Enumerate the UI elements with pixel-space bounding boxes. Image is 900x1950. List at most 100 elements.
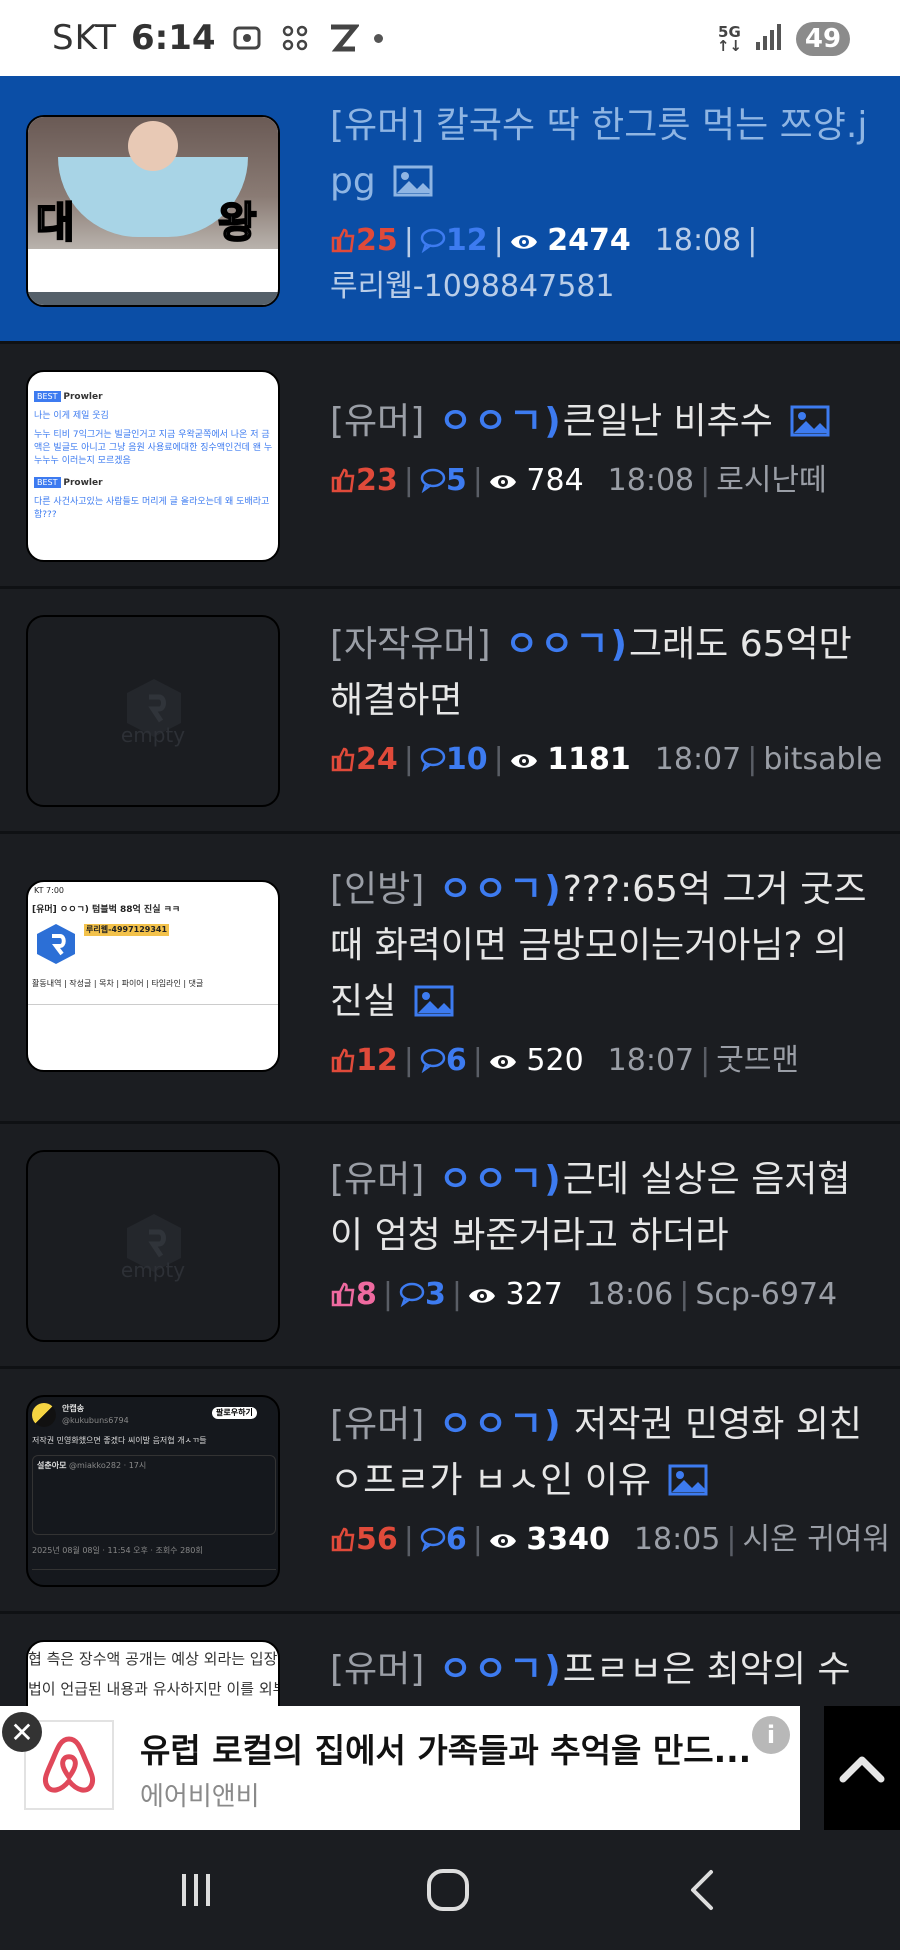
post-title[interactable]: [인방] ㅇㅇㄱ)???:65억 그거 굿즈때 화력이면 금방모이는거아님? 의… — [330, 862, 870, 1030]
recent-apps-icon — [182, 1874, 210, 1906]
avatar — [37, 924, 75, 964]
post-author[interactable]: 굿뜨맨 — [716, 1043, 799, 1078]
post-meta: 24 | 10 | 1181 18:07 | bitsable — [330, 737, 882, 783]
post-author[interactable]: bitsable — [763, 742, 882, 777]
image-icon — [393, 165, 433, 197]
image-icon — [414, 985, 454, 1017]
thumb-text: 저작권 민영화했으면 좋겠다 씨이발 음저협 개ㅅㄲ들 — [32, 1436, 207, 1445]
like-count: 56 — [356, 1522, 398, 1557]
view-count: 2474 — [547, 223, 631, 258]
post-meta: 23 | 5 | 784 18:08 | 로시난떼 — [330, 458, 870, 504]
thumb-badge: BEST — [34, 477, 61, 488]
post-meta: 25 | 12 | 2474 18:08 | 루리웹-1098847581 — [330, 223, 758, 304]
thumb-text: Prowler — [63, 478, 103, 488]
post-category: [유머] — [330, 1159, 425, 1200]
post-time: 18:08 — [654, 223, 742, 258]
eye-icon — [489, 475, 516, 489]
ad-banner[interactable]: 유럽 로컬의 집에서 가족들과 추억을 만드... 에어비앤비 i — [0, 1706, 800, 1830]
post-title[interactable]: [유머] ㅇㅇㄱ)근데 실상은 음저협이 엄청 봐준거라고 하더라 — [330, 1152, 870, 1264]
list-item[interactable]: KT 7:00 [유머] ㅇㅇㄱ) 텀블벅 88억 진실 ㅋㅋ 루리웹-4997… — [0, 834, 900, 1124]
like-count: 12 — [356, 1043, 398, 1078]
eye-icon — [510, 235, 537, 249]
post-author[interactable]: 로시난떼 — [716, 463, 826, 498]
post-category: [자작유머] — [330, 624, 491, 665]
network-label: 5G — [718, 23, 741, 41]
z-app-icon — [326, 21, 360, 55]
eye-icon — [510, 754, 537, 768]
post-title[interactable]: [자작유머] ㅇㅇㄱ)그래도 65억만 해결하면 — [330, 617, 870, 729]
post-tag: ㅇㅇㄱ) — [424, 401, 563, 442]
eye-icon — [468, 1289, 495, 1303]
list-item[interactable]: BEST Prowler 나는 이게 제일 웃김 누누 티비 7익그거는 빌글인… — [0, 344, 900, 589]
scroll-to-top-button[interactable] — [824, 1706, 900, 1830]
view-count: 327 — [505, 1277, 563, 1312]
thumb-text: KT 7:00 — [34, 886, 65, 895]
chevron-up-icon — [839, 1756, 885, 1783]
post-thumbnail[interactable]: KT 7:00 [유머] ㅇㅇㄱ) 텀블벅 88억 진실 ㅋㅋ 루리웹-4997… — [26, 880, 280, 1072]
post-author[interactable]: Scp-6974 — [695, 1277, 837, 1312]
back-button[interactable] — [672, 1860, 732, 1920]
thumb-text-large: 왕 — [217, 197, 258, 248]
thumb-text: 나는 이게 제일 웃김 — [34, 411, 109, 421]
recent-apps-button[interactable] — [166, 1860, 226, 1920]
carrier-label: SKT — [52, 18, 118, 58]
thumb-text: [유머] ㅇㅇㄱ) 텀블벅 88억 진실 ㅋㅋ — [32, 905, 181, 915]
comment-count: 5 — [445, 463, 467, 498]
thumb-text: 법이 언급된 내용과 유사하지만 이를 외부 — [28, 1680, 280, 1698]
post-time: 18:08 — [607, 463, 695, 498]
post-author[interactable]: 루리웹-1098847581 — [330, 269, 615, 304]
system-navigation-bar — [0, 1830, 900, 1950]
list-item[interactable]: 안캡송 @kukubuns6794 팔로우하기 저작권 민영화했으면 좋겠다 씨… — [0, 1369, 900, 1614]
home-button[interactable] — [418, 1860, 478, 1920]
post-title[interactable]: [유머] ㅇㅇㄱ)큰일난 비추수 — [330, 394, 870, 450]
post-title[interactable]: [유머] ㅇㅇㄱ) 저작권 민영화 외친 ㅇ프ㄹ가 ㅂㅅ인 이유 — [330, 1397, 870, 1509]
list-item[interactable]: 대 왕 [유머] 칼국수 딱 한그릇 먹는 쯔양.jpg 25 | 12 | 2474… — [0, 76, 900, 344]
comment-bubble-icon — [420, 228, 446, 253]
empty-label: empty — [120, 1258, 186, 1282]
signal-icon — [754, 22, 784, 56]
post-thumbnail[interactable]: BEST Prowler 나는 이게 제일 웃김 누누 티비 7익그거는 빌글인… — [26, 370, 280, 562]
comment-bubble-icon — [420, 1048, 446, 1073]
notification-dot-icon — [373, 33, 383, 43]
ad-close-button[interactable]: ✕ — [2, 1712, 42, 1752]
home-icon — [427, 1869, 469, 1911]
empty-label: empty — [120, 723, 186, 747]
post-time: 18:07 — [654, 742, 742, 777]
thumb-text-large: 대 — [35, 197, 76, 248]
post-title[interactable]: [유머] 칼국수 딱 한그릇 먹는 쯔양.jpg — [330, 98, 870, 210]
thumb-text: 누누 티비 7익그거는 빌글인거고 지금 우왁굳쪽에서 나온 저 금액은 빌글도… — [34, 430, 273, 466]
post-tag: ㅇㅇㄱ) — [424, 869, 563, 910]
comment-bubble-icon — [420, 1527, 446, 1552]
post-thumbnail[interactable]: 안캡송 @kukubuns6794 팔로우하기 저작권 민영화했으면 좋겠다 씨… — [26, 1395, 280, 1587]
post-category: [인방] — [330, 869, 425, 910]
post-thumbnail[interactable]: 대 왕 — [26, 115, 280, 307]
post-tag: ㅇㅇㄱ) — [424, 1159, 563, 1200]
list-item[interactable]: empty [자작유머] ㅇㅇㄱ)그래도 65억만 해결하면 24 | 10 | 11… — [0, 589, 900, 834]
thumbs-up-icon — [331, 1048, 355, 1073]
post-tag: ㅇㅇㄱ) — [490, 624, 629, 665]
post-tag: ㅇㅇㄱ) — [424, 1404, 563, 1445]
comment-count: 12 — [445, 223, 488, 258]
post-thumbnail[interactable]: empty — [26, 1150, 280, 1342]
status-bar: SKT 6:14 5G ↑↓ 49 — [0, 0, 900, 76]
post-category: [유머] — [330, 105, 425, 146]
thumb-text: 설춘아모 — [37, 1461, 67, 1470]
thumbs-up-icon — [331, 228, 355, 253]
post-meta: 12 | 6 | 520 18:07 | 굿뜨맨 — [330, 1038, 870, 1084]
post-time: 18:05 — [633, 1522, 721, 1557]
post-thumbnail[interactable]: empty — [26, 615, 280, 807]
thumbs-up-icon — [331, 747, 355, 772]
list-item[interactable]: empty [유머] ㅇㅇㄱ)근데 실상은 음저협이 엄청 봐준거라고 하더라 … — [0, 1124, 900, 1369]
thumbs-up-icon — [331, 468, 355, 493]
ad-info-icon[interactable]: i — [752, 1716, 790, 1754]
avatar — [32, 1403, 56, 1427]
post-meta: 56 | 6 | 3340 18:05 | 시온 귀여워 — [330, 1517, 890, 1563]
comment-count: 10 — [445, 742, 488, 777]
like-count: 25 — [356, 223, 398, 258]
like-count: 23 — [356, 463, 398, 498]
ad-title[interactable]: 유럽 로컬의 집에서 가족들과 추억을 만드... — [140, 1724, 751, 1772]
thumb-text: Prowler — [63, 392, 103, 402]
post-author[interactable]: 시온 귀여워 — [742, 1522, 890, 1557]
like-count: 24 — [356, 742, 398, 777]
thumb-text: @miakko282 · 17시 — [69, 1461, 147, 1470]
